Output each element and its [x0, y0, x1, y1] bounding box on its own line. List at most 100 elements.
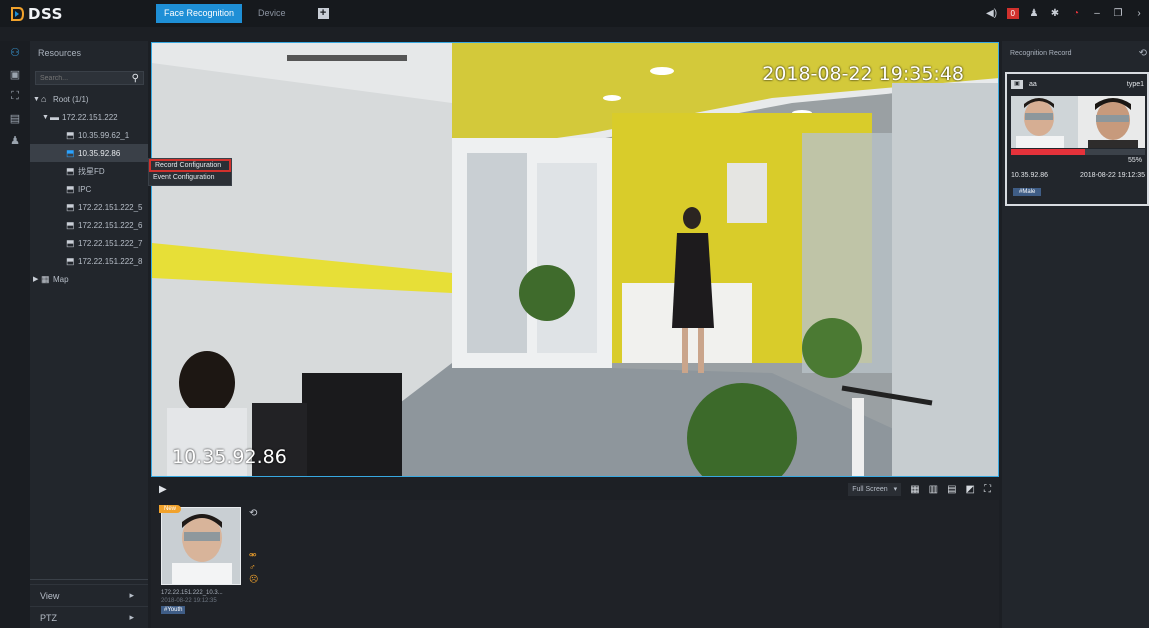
add-tab-icon[interactable]: + [317, 8, 329, 19]
nvr-icon: ▬ [50, 112, 59, 122]
face-search-icon[interactable]: ▣ [0, 63, 30, 85]
osd-channel-name: 10.35.92.86 [172, 446, 287, 468]
recognition-card[interactable]: ▣ aa type1 55% 10.35.92.86 2018-08-22 19… [1005, 72, 1149, 206]
toolbar-right: Full Screen ▾ ▦ ▥ ▤ ◩ ⛶ [848, 482, 991, 496]
camera-icon: ⬒ [66, 129, 75, 140]
dss-logo-icon [11, 6, 24, 21]
collapse-caret-icon[interactable]: ▶ [33, 275, 41, 283]
tree-node-camera[interactable]: ⬒ 172.22.151.222_8 [30, 252, 148, 270]
search-input[interactable] [40, 74, 120, 82]
tree-node-camera-selected[interactable]: ⬒ 10.35.92.86 [30, 144, 148, 162]
user-account-icon[interactable]: ♟ [1028, 8, 1040, 19]
resources-icon[interactable]: ⚇ [0, 41, 30, 63]
restore-icon[interactable]: ❐ [1112, 8, 1124, 19]
capture-face-image[interactable] [161, 507, 241, 585]
emotion-icon: ☹ [249, 574, 259, 584]
tree-node-label: 10.35.99.62_1 [78, 130, 130, 140]
camera-icon: ⬒ [66, 255, 75, 266]
top-bar: DSS Face Recognition Device + ◀) 0 ♟ ✱ ◔… [0, 0, 1149, 27]
recognition-tag: #Male [1013, 188, 1042, 196]
chevron-down-icon: ▾ [893, 485, 898, 493]
history-icon[interactable]: ⟲ [249, 508, 257, 519]
speaker-icon[interactable]: ◀) [986, 8, 998, 19]
tree-node-label: 172.22.151.222_5 [78, 202, 143, 212]
male-icon: ♂ [249, 562, 256, 572]
recognition-header: Recognition Record ⟲ [1002, 41, 1149, 65]
recognition-name-row: ▣ aa [1011, 79, 1037, 89]
menu-item-record-configuration[interactable]: Record Configuration [149, 159, 231, 172]
tree-node-label: 找星FD [78, 166, 105, 176]
face-db-icon[interactable]: ⛶ [0, 85, 30, 107]
layout-3x3-icon[interactable]: ▥ [929, 484, 938, 495]
resource-search[interactable]: ⚲ [35, 71, 144, 85]
live-video[interactable]: 2018-08-22 19:35:48 10.35.92.86 [151, 42, 999, 477]
dss-logo: DSS [10, 5, 130, 23]
tree-node-map[interactable]: ▶ ▦ Map [30, 270, 148, 288]
dss-app: DSS Face Recognition Device + ◀) 0 ♟ ✱ ◔… [0, 0, 1149, 628]
custom-layout-icon[interactable]: ◩ [966, 484, 975, 495]
tab-face-recognition[interactable]: Face Recognition [156, 4, 243, 23]
close-icon[interactable]: › [1133, 8, 1145, 19]
ptz-label: PTZ [40, 612, 57, 623]
camera-icon: ⬒ [66, 165, 75, 176]
search-icon[interactable]: ⚲ [132, 73, 139, 84]
fullscreen-icon[interactable]: ⛶ [984, 484, 991, 495]
fullscreen-select[interactable]: Full Screen ▾ [848, 482, 902, 496]
camera-icon: ⬒ [66, 147, 75, 158]
tree-node-label: IPC [78, 184, 92, 194]
tree-node-root[interactable]: ▼ ⌂ Root (1/1) [30, 90, 148, 108]
alarm-count-badge[interactable]: 0 [1006, 8, 1019, 19]
captured-face[interactable] [1011, 96, 1078, 148]
similarity-value: 55% [1127, 157, 1142, 164]
recognition-type: type1 [1126, 80, 1144, 88]
view-menu[interactable]: View ▸ [30, 584, 148, 606]
capture-time: 2018-08-22 19:12:35 [161, 598, 217, 604]
osd-timestamp: 2018-08-22 19:35:48 [762, 63, 964, 85]
layout-4x4-icon[interactable]: ▤ [947, 484, 956, 495]
settings-gear-icon[interactable]: ✱ [1049, 8, 1061, 19]
capture-ip: 172.22.151.222_10.3... [161, 590, 223, 596]
minimize-icon[interactable]: – [1091, 8, 1103, 19]
tree-node-label: 172.22.151.222_8 [78, 256, 143, 266]
map-icon: ▦ [41, 273, 50, 284]
database-face[interactable] [1078, 96, 1145, 148]
id-card-icon: ▣ [1011, 79, 1023, 89]
resources-panel: Resources ⚲ ▼ ⌂ Root (1/1) ▼ ▬ 172.22.15… [30, 41, 148, 628]
history-icon[interactable]: ⟲ [1139, 48, 1147, 59]
ptz-menu[interactable]: PTZ ▸ [30, 606, 148, 628]
left-icon-rail: ⚇ ▣ ⛶ ▤ ♟ [0, 41, 30, 628]
recognition-record-panel: Recognition Record ⟲ ▣ aa type1 55% 10.3… [1002, 41, 1149, 628]
tree-node-camera[interactable]: ⬒ 10.35.99.62_1 [30, 126, 148, 144]
tree-node-camera[interactable]: ⬒ 找星FD [30, 162, 148, 180]
tree-node-camera[interactable]: ⬒ 172.22.151.222_5 [30, 198, 148, 216]
user-icon[interactable]: ♟ [0, 129, 30, 151]
tree-node-camera[interactable]: ⬒ IPC [30, 180, 148, 198]
video-frame [152, 43, 998, 476]
tree-node-camera[interactable]: ⬒ 172.22.151.222_6 [30, 216, 148, 234]
tree-node-camera[interactable]: ⬒ 172.22.151.222_7 [30, 234, 148, 252]
expand-caret-icon[interactable]: ▼ [42, 114, 50, 121]
top-right-controls: ◀) 0 ♟ ✱ ◔ – ❐ › [986, 0, 1149, 27]
camera-icon: ⬒ [66, 219, 75, 230]
recognition-title: Recognition Record [1010, 49, 1072, 57]
tab-device[interactable]: Device [250, 4, 294, 23]
resources-title: Resources [38, 48, 82, 58]
menu-item-event-configuration[interactable]: Event Configuration [149, 172, 231, 185]
root-icon: ⌂ [41, 94, 47, 104]
play-icon[interactable]: ▶ [159, 484, 167, 495]
alert-icon[interactable]: ◔ [1070, 8, 1082, 19]
tree-node-label: 172.22.151.222_7 [78, 238, 143, 248]
tree-node-nvr[interactable]: ▼ ▬ 172.22.151.222 [30, 108, 148, 126]
capture-face-picture [162, 508, 240, 584]
recognition-device: 10.35.92.86 [1011, 172, 1048, 179]
camera-icon: ⬒ [66, 201, 75, 212]
capture-panel: New ⟲ ⚮ ♂ ☹ 172.22.151.222_10.3... 2018-… [151, 500, 999, 628]
recognition-name: aa [1029, 80, 1037, 88]
recognition-card-header: ▣ aa type1 [1007, 74, 1147, 94]
layout-2x2-icon[interactable]: ▦ [910, 484, 919, 495]
tree-node-label: 10.35.92.86 [78, 148, 121, 158]
expand-caret-icon[interactable]: ▼ [33, 96, 41, 103]
divider [30, 576, 148, 580]
report-icon[interactable]: ▤ [0, 107, 30, 129]
recognition-meta: 10.35.92.86 2018-08-22 19:12:35 [1011, 172, 1145, 179]
